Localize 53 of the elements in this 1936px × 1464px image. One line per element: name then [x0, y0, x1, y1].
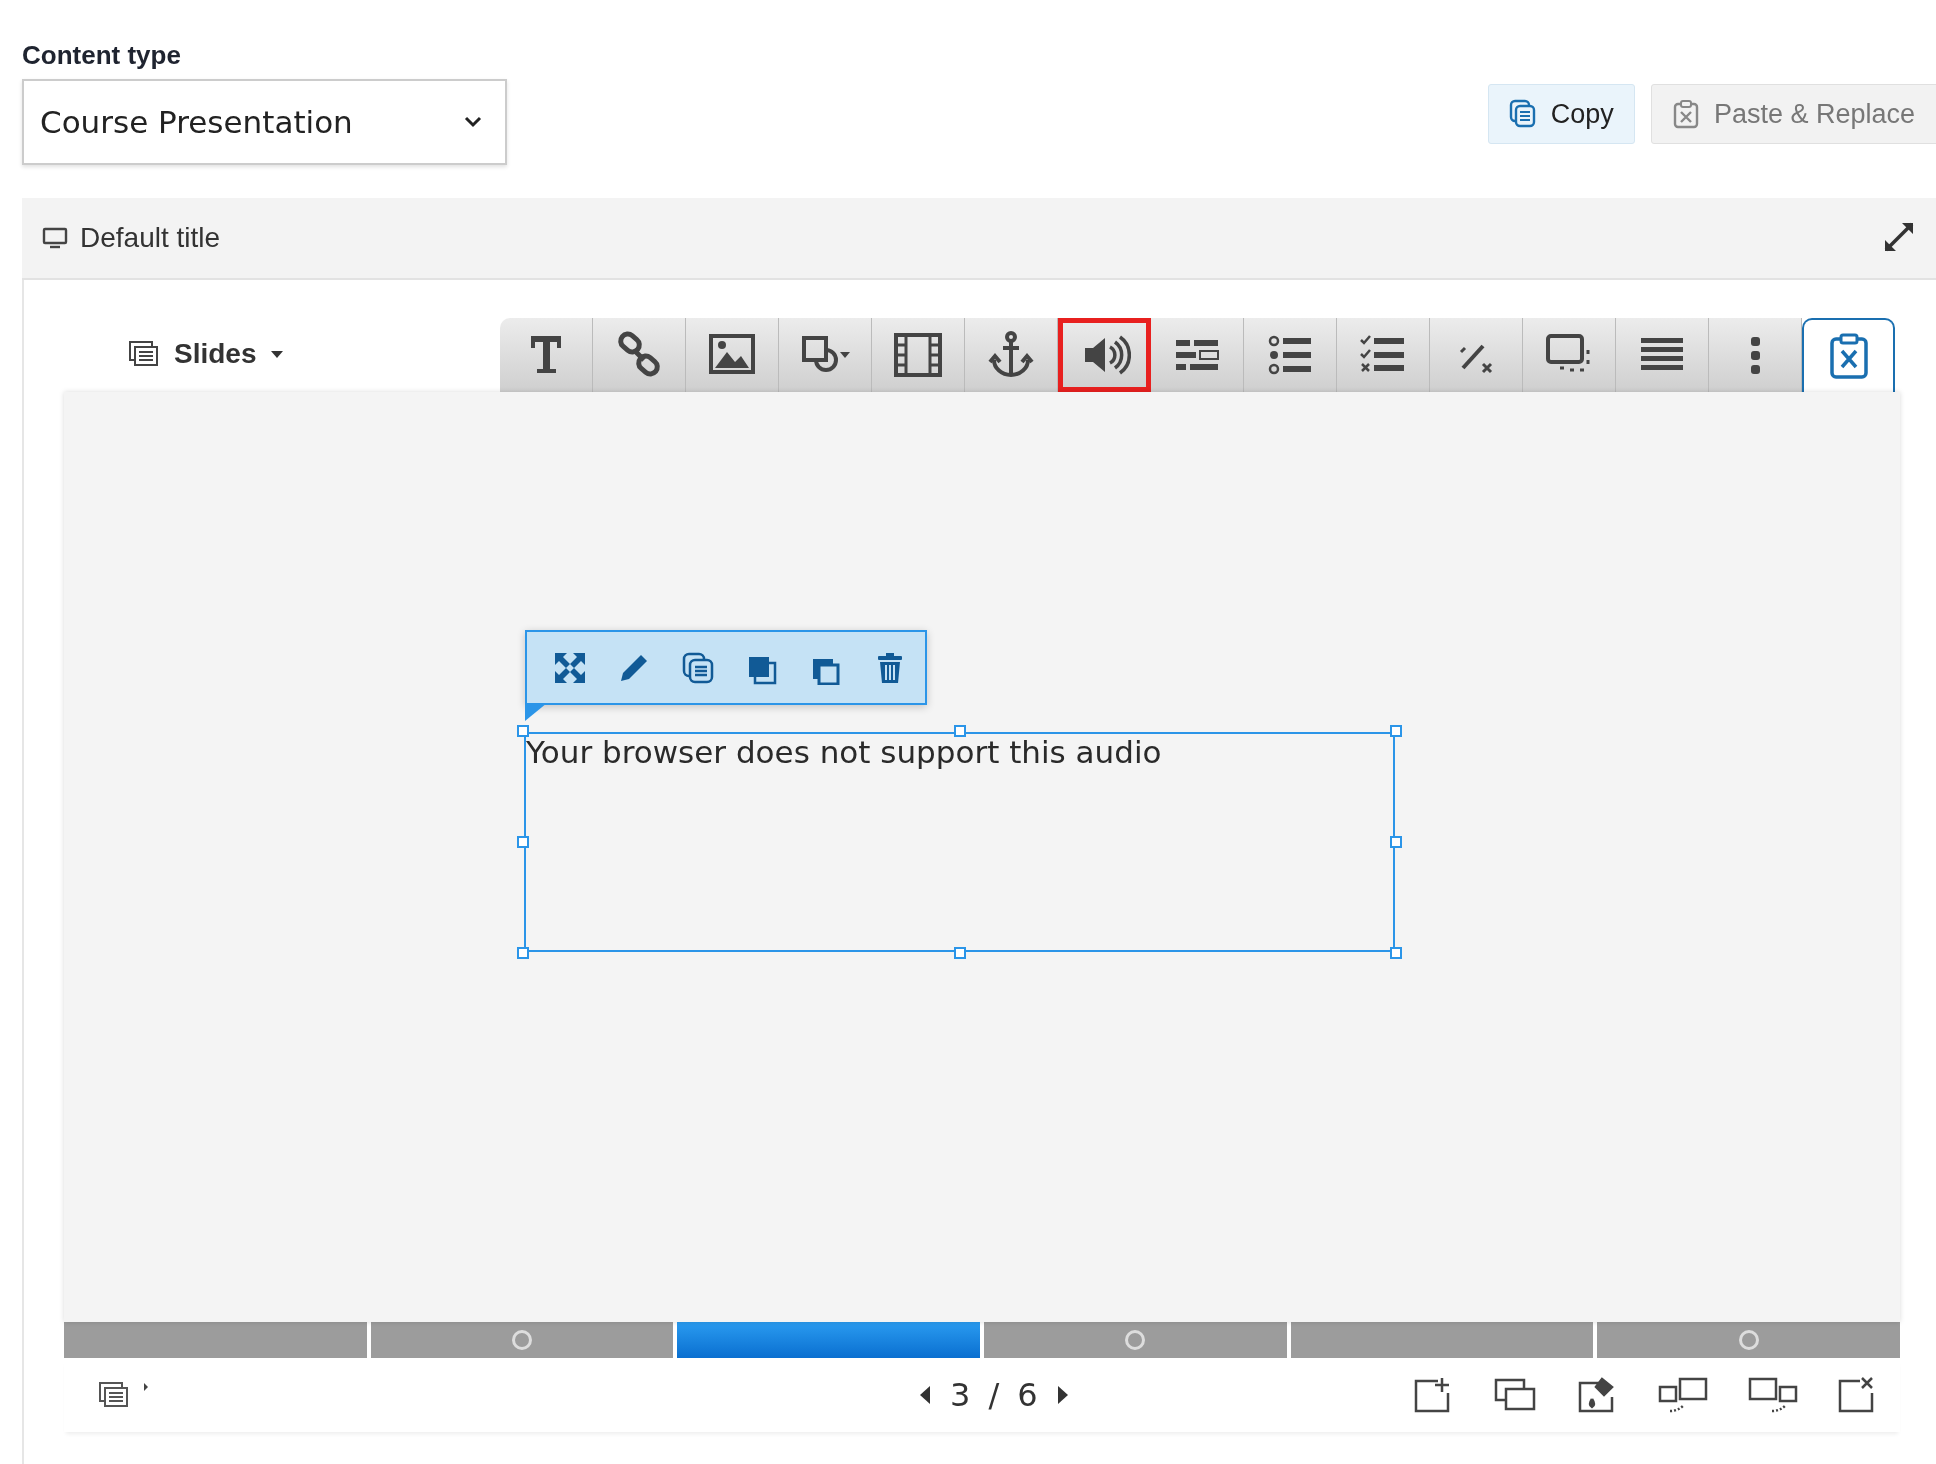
- page-current: 3: [950, 1376, 971, 1414]
- film-tool-button[interactable]: [872, 318, 965, 392]
- resize-handle[interactable]: [953, 725, 966, 737]
- resize-handle[interactable]: [1390, 947, 1402, 959]
- anchor-tool-button[interactable]: [965, 318, 1058, 392]
- sliders-tool-button[interactable]: [1151, 318, 1244, 392]
- resize-handle[interactable]: [1390, 725, 1402, 737]
- lines-tool-button[interactable]: [1616, 318, 1709, 392]
- audio-fallback-text: Your browser does not support this audio: [526, 734, 1162, 770]
- resize-handle[interactable]: [517, 836, 529, 848]
- dialog-tool-button[interactable]: [1523, 318, 1616, 392]
- copy-icon: [1508, 99, 1537, 129]
- image-tool-button[interactable]: [686, 318, 779, 392]
- list-tool-button[interactable]: [1244, 318, 1337, 392]
- content-type-select[interactable]: Course Presentation: [22, 79, 507, 165]
- speaker-tool-button[interactable]: [1058, 318, 1151, 392]
- next-icon[interactable]: [1055, 1384, 1070, 1406]
- fraction-tool-button[interactable]: [1430, 318, 1523, 392]
- caret-right-icon[interactable]: [142, 1381, 150, 1393]
- more-tool-button[interactable]: [1709, 318, 1802, 392]
- resize-handle[interactable]: [1390, 836, 1402, 848]
- copy-icon[interactable]: [681, 650, 715, 685]
- shapes-tool-button[interactable]: [779, 318, 872, 392]
- more-icon: [1749, 335, 1761, 375]
- page-total: 6: [1017, 1376, 1038, 1414]
- text-tool-button[interactable]: [500, 318, 593, 392]
- slides-menu[interactable]: Slides: [128, 338, 500, 370]
- task-marker-icon: [1125, 1330, 1146, 1350]
- page-separator: /: [988, 1376, 1000, 1414]
- fullscreen-icon[interactable]: [1882, 220, 1916, 254]
- film-icon: [891, 330, 945, 380]
- move-left-icon[interactable]: [1656, 1375, 1710, 1415]
- checklist-tool-button[interactable]: [1337, 318, 1430, 392]
- paste-tool-button[interactable]: [1802, 318, 1895, 392]
- slides-icon[interactable]: [98, 1381, 130, 1409]
- clipboard-x-icon: [1671, 99, 1700, 129]
- move-right-icon[interactable]: [1746, 1375, 1800, 1415]
- task-marker-icon: [1738, 1330, 1759, 1350]
- chevron-down-icon: [463, 115, 483, 129]
- resize-handle[interactable]: [517, 947, 529, 959]
- copy-button[interactable]: Copy: [1487, 84, 1635, 144]
- monitor-icon: [42, 227, 68, 249]
- task-marker-icon: [512, 1330, 532, 1350]
- previous-icon[interactable]: [918, 1384, 932, 1406]
- resize-arrows-icon[interactable]: [553, 650, 587, 685]
- header-title: Default title: [80, 222, 221, 254]
- caret-icon: [270, 349, 285, 359]
- audio-element[interactable]: Your browser does not support this audio: [524, 732, 1395, 952]
- resize-handle[interactable]: [517, 725, 529, 737]
- content-type-label: Content type: [22, 40, 182, 71]
- slides-icon: [128, 340, 160, 368]
- resize-handle[interactable]: [953, 947, 966, 959]
- link-tool-button[interactable]: [593, 318, 686, 392]
